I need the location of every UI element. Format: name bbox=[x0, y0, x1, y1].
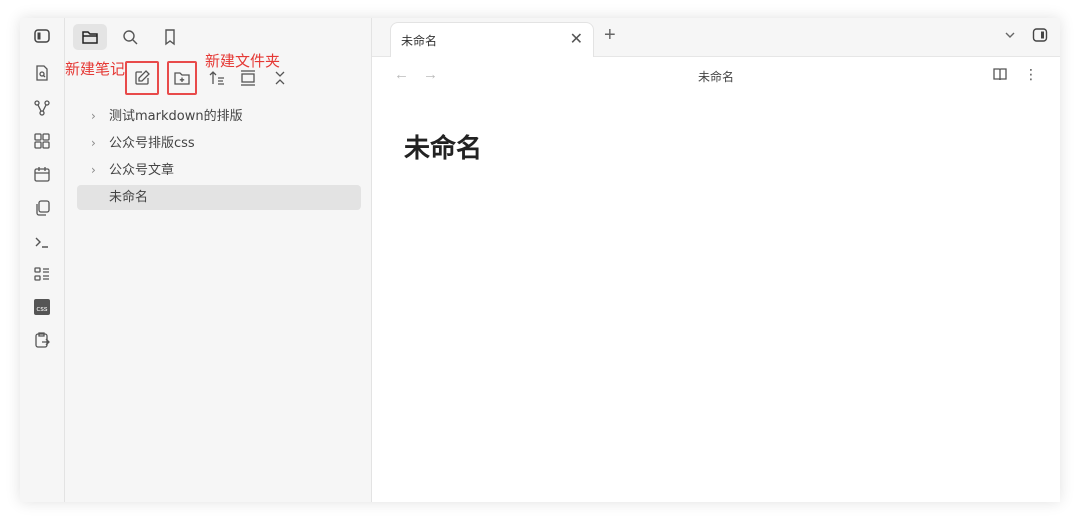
tree-item-label: 未命名 bbox=[109, 190, 149, 205]
more-options-icon[interactable]: ⋮ bbox=[1024, 66, 1038, 83]
canvas-icon[interactable] bbox=[32, 131, 52, 151]
annotation-new-note: 新建笔记 bbox=[65, 60, 126, 78]
new-tab-button[interactable]: + bbox=[604, 24, 616, 47]
sidebar-tab-strip bbox=[73, 24, 187, 50]
folder-icon bbox=[82, 31, 98, 44]
file-nav-actions bbox=[125, 61, 295, 97]
command-palette-icon[interactable] bbox=[32, 232, 52, 252]
view-title[interactable]: 未命名 bbox=[372, 68, 1060, 85]
tab-untitled[interactable]: 未命名 ✕ bbox=[390, 22, 594, 57]
outline-icon[interactable] bbox=[32, 264, 52, 284]
edit-icon bbox=[135, 70, 150, 85]
right-sidebar-toggle-icon[interactable] bbox=[1032, 27, 1048, 43]
tree-item-label: 公众号排版css bbox=[109, 136, 195, 151]
folder-plus-icon bbox=[174, 72, 190, 85]
css-icon[interactable]: css bbox=[32, 297, 52, 317]
bookmarks-tab[interactable] bbox=[153, 24, 187, 50]
file-tree: › 测试markdown的排版 › 公众号排版css › 公众号文章 未命名 bbox=[77, 104, 361, 212]
collapse-all-button[interactable] bbox=[265, 61, 295, 95]
auto-reveal-button[interactable] bbox=[231, 61, 265, 95]
bookmark-icon bbox=[165, 29, 175, 46]
files-tab[interactable] bbox=[73, 24, 107, 50]
view-actions: ⋮ bbox=[992, 66, 1038, 83]
sidebar-toggle-icon[interactable] bbox=[32, 26, 52, 46]
close-icon[interactable]: ✕ bbox=[570, 29, 583, 49]
chevron-right-icon: › bbox=[91, 109, 96, 123]
chevron-down-icon[interactable] bbox=[1002, 27, 1018, 43]
new-note-button[interactable] bbox=[125, 61, 159, 95]
daily-note-icon[interactable] bbox=[32, 164, 52, 184]
tab-bar: 未命名 ✕ + bbox=[372, 18, 1060, 57]
reading-view-icon[interactable] bbox=[992, 66, 1008, 82]
graph-view-icon[interactable] bbox=[32, 98, 52, 118]
new-folder-button[interactable] bbox=[167, 61, 197, 95]
export-icon[interactable] bbox=[32, 330, 52, 350]
tree-folder-item[interactable]: › 测试markdown的排版 bbox=[77, 104, 361, 129]
note-heading[interactable]: 未命名 bbox=[404, 128, 482, 165]
reveal-icon bbox=[241, 70, 255, 86]
chevron-right-icon: › bbox=[91, 136, 96, 150]
file-explorer-sidebar: 新建笔记 新建文件夹 › 测试markdown的排版 › 公众号排版css › … bbox=[65, 18, 372, 502]
tab-bar-actions bbox=[1002, 27, 1048, 43]
chevron-right-icon: › bbox=[91, 163, 96, 177]
editor-area: 未命名 ✕ + ← → 未命名 ⋮ 未命名 bbox=[372, 18, 1060, 502]
ribbon: css bbox=[20, 18, 65, 502]
quick-switcher-icon[interactable] bbox=[32, 63, 52, 83]
tab-title: 未命名 bbox=[401, 34, 438, 48]
tree-item-label: 测试markdown的排版 bbox=[109, 109, 243, 124]
app-window: css 新建笔记 新建文件夹 › 测试markdown的排版 › 公众号排版cs… bbox=[20, 18, 1060, 502]
search-icon bbox=[123, 30, 138, 45]
collapse-icon bbox=[275, 71, 285, 85]
css-icon-label: css bbox=[36, 305, 47, 313]
sort-icon bbox=[209, 71, 224, 85]
tree-item-label: 公众号文章 bbox=[109, 163, 175, 178]
tree-folder-item[interactable]: › 公众号文章 bbox=[77, 158, 361, 183]
templates-icon[interactable] bbox=[32, 198, 52, 218]
search-tab[interactable] bbox=[113, 24, 147, 50]
sort-button[interactable] bbox=[203, 61, 231, 95]
view-header: ← → 未命名 ⋮ bbox=[372, 58, 1060, 92]
tree-folder-item[interactable]: › 公众号排版css bbox=[77, 131, 361, 156]
tree-file-item[interactable]: 未命名 bbox=[77, 185, 361, 210]
